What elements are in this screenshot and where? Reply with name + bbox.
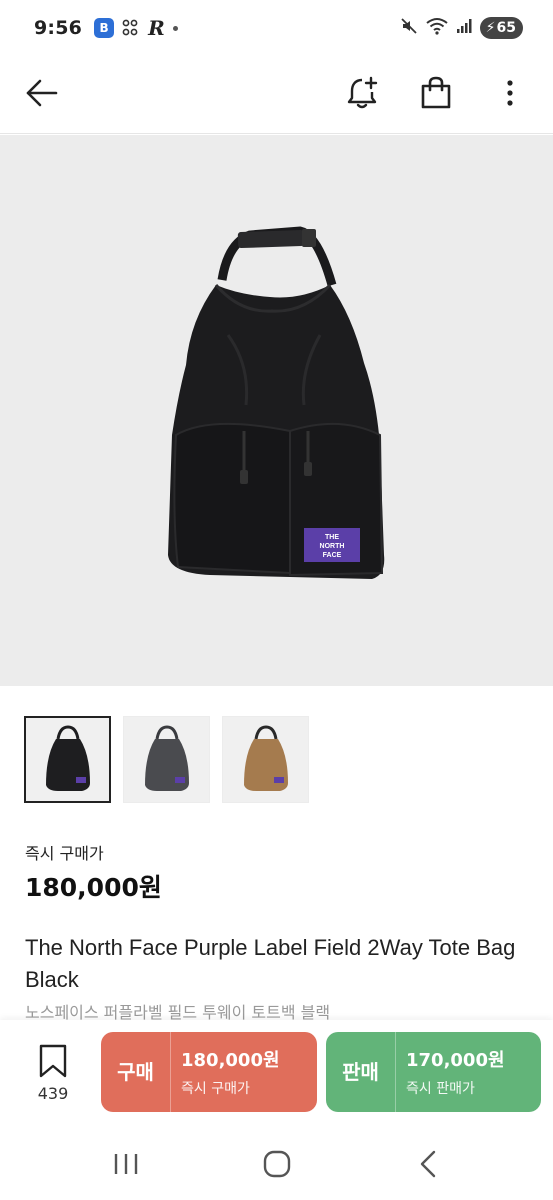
- buy-label: 구매: [101, 1032, 171, 1112]
- battery-level: 65: [496, 20, 516, 36]
- buy-price: 180,000원: [181, 1050, 280, 1071]
- app-header: [0, 56, 553, 134]
- sell-price: 170,000원: [406, 1050, 505, 1071]
- bell-plus-icon: [347, 76, 378, 109]
- tote-bag-image: THE NORTH FACE: [168, 226, 385, 579]
- shopping-bag-icon: [421, 76, 451, 109]
- mute-icon: [400, 17, 418, 39]
- patch-line-3: FACE: [323, 552, 342, 559]
- grid-app-icon: [122, 19, 140, 38]
- battery-indicator: ⚡ 65: [479, 17, 523, 39]
- product-image[interactable]: THE NORTH FACE: [0, 135, 553, 686]
- notification-icons: B R: [94, 16, 178, 40]
- thumb-bag-black: [45, 724, 90, 791]
- thumbnail-list: [24, 716, 309, 803]
- more-vertical-icon: [507, 80, 513, 106]
- recent-apps-icon: [114, 1154, 137, 1174]
- home-icon: [263, 1150, 290, 1178]
- signal-icon: [456, 18, 472, 38]
- bookmark-button[interactable]: 439: [28, 1044, 78, 1103]
- more-options-button[interactable]: [487, 70, 533, 116]
- buy-sub-label: 즉시 구매가: [181, 1081, 250, 1097]
- sell-button[interactable]: 판매 170,000원 즉시 판매가: [326, 1032, 541, 1112]
- r-app-icon: R: [148, 16, 165, 40]
- thumb-bag-tan: [243, 724, 288, 791]
- charging-icon: ⚡: [485, 20, 496, 36]
- thumbnail-tan[interactable]: [222, 716, 309, 803]
- app-notification-icon: B: [94, 18, 115, 38]
- patch-line-2: NORTH: [320, 543, 345, 550]
- price-alert-button[interactable]: [340, 70, 386, 116]
- home-button[interactable]: [247, 1139, 307, 1189]
- buy-button[interactable]: 구매 180,000원 즉시 구매가: [101, 1032, 317, 1112]
- wifi-icon: [426, 17, 448, 39]
- thumbnail-black[interactable]: [24, 716, 111, 803]
- recent-apps-button[interactable]: [96, 1139, 156, 1189]
- shopping-bag-button[interactable]: [413, 70, 459, 116]
- back-button[interactable]: [19, 70, 65, 116]
- arrow-left-icon: [26, 79, 58, 107]
- status-time: 9:56: [34, 17, 83, 39]
- product-title: The North Face Purple Label Field 2Way T…: [25, 935, 516, 992]
- sell-label: 판매: [326, 1032, 396, 1112]
- patch-line-1: THE: [325, 534, 339, 541]
- thumbnail-gray[interactable]: [123, 716, 210, 803]
- bookmark-count: 439: [37, 1084, 69, 1103]
- nav-back-icon: [420, 1150, 435, 1178]
- instant-buy-price: 180,000원: [25, 873, 162, 902]
- thumb-bag-gray: [144, 724, 189, 791]
- status-bar: 9:56 B R ⚡ 65: [0, 0, 553, 56]
- price-label: 즉시 구매가: [25, 844, 104, 863]
- more-notifications-dot: [172, 25, 178, 31]
- sell-sub-label: 즉시 판매가: [406, 1081, 475, 1097]
- bookmark-icon: [39, 1044, 67, 1078]
- system-nav-bar: [0, 1128, 553, 1200]
- bottom-action-bar: 439 구매 180,000원 즉시 구매가 판매 170,000원 즉시 판매…: [0, 1020, 553, 1128]
- system-back-button[interactable]: [398, 1139, 458, 1189]
